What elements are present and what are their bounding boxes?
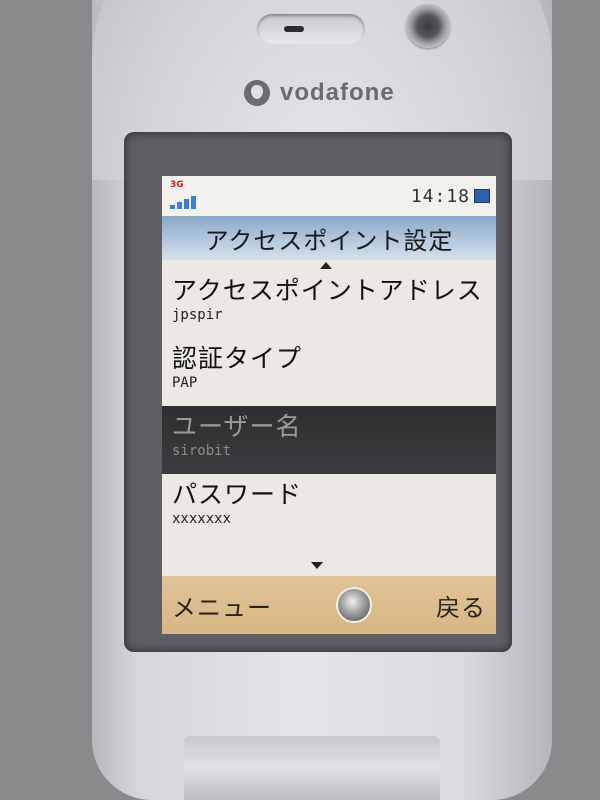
scroll-down-arrow-icon <box>311 562 323 569</box>
clock: 14:18 <box>410 186 470 207</box>
item-value: sirobit <box>172 443 232 459</box>
item-value: xxxxxxx <box>172 511 232 527</box>
back-softkey[interactable]: 戻る <box>436 588 486 623</box>
signal-bar <box>170 205 175 209</box>
phone-screen: 3G 14:18 アクセスポイント設定 アクセスポイントアドレス jpspir … <box>162 176 496 634</box>
signal-bar <box>184 199 189 209</box>
camera-icon <box>406 4 450 48</box>
brand-logo-area: vodafone <box>244 76 395 110</box>
page-title: アクセスポイント設定 <box>204 226 454 255</box>
list-item-password[interactable]: パスワード xxxxxxx <box>162 474 496 542</box>
signal-bar <box>177 202 182 209</box>
phone-hinge <box>184 736 440 800</box>
list-item-access-point-address[interactable]: アクセスポイントアドレス jpspir <box>162 270 496 338</box>
softkey-bar: メニュー 戻る <box>162 576 496 634</box>
battery-icon <box>474 189 490 203</box>
item-value: PAP <box>172 375 198 391</box>
network-type-label: 3G <box>170 180 184 190</box>
center-select-icon[interactable] <box>336 587 372 623</box>
item-label: アクセスポイントアドレス <box>172 276 483 305</box>
status-bar: 3G 14:18 <box>162 176 496 216</box>
list-item-auth-type[interactable]: 認証タイプ PAP <box>162 338 496 406</box>
settings-list: アクセスポイントアドレス jpspir 認証タイプ PAP ユーザー名 siro… <box>162 270 496 542</box>
scroll-up-arrow-icon <box>320 262 332 269</box>
signal-bar <box>191 196 196 209</box>
item-label: パスワード <box>172 480 303 509</box>
item-value: jpspir <box>172 307 223 323</box>
menu-softkey[interactable]: メニュー <box>172 588 272 623</box>
earpiece-slot <box>284 26 304 32</box>
brand-name: vodafone <box>280 79 395 106</box>
signal-strength-icon <box>170 196 196 209</box>
title-bar: アクセスポイント設定 <box>162 216 496 260</box>
item-label: 認証タイプ <box>172 344 303 373</box>
item-label: ユーザー名 <box>172 412 302 441</box>
list-item-username[interactable]: ユーザー名 sirobit <box>162 406 496 474</box>
vodafone-logo-icon <box>244 80 270 106</box>
earpiece <box>257 14 365 44</box>
